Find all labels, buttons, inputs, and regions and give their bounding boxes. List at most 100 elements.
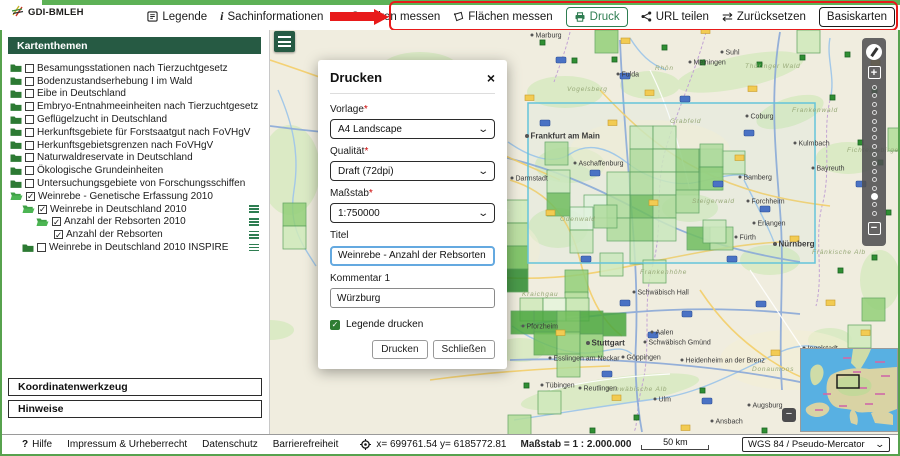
layer-label[interactable]: Anzahl der Rebsorten 2010	[64, 216, 186, 227]
basiskarten-button[interactable]: Basiskarten	[819, 7, 895, 27]
flaechen-messen-label: Flächen messen	[468, 11, 552, 23]
layer-label[interactable]: Embryo-Entnahmeeinheiten nach Tierzuchtg…	[37, 101, 258, 112]
layer-checkbox[interactable]	[25, 77, 34, 86]
sidebar-toggle-button[interactable]	[274, 31, 295, 52]
compass-icon[interactable]	[866, 44, 882, 60]
kommentar-input[interactable]	[330, 288, 495, 308]
layer-label[interactable]: Anzahl der Rebsorten	[66, 229, 163, 240]
scale-readout: Maßstab = 1 : 2.000.000	[520, 439, 631, 450]
layer-checkbox[interactable]	[25, 179, 34, 188]
overview-collapse-button[interactable]: −	[782, 408, 796, 422]
overview-map[interactable]	[800, 348, 898, 432]
layer-label[interactable]: Weinrebe in Deutschland 2010	[50, 204, 187, 215]
layer-checkbox[interactable]	[37, 243, 46, 252]
city-dot	[721, 51, 724, 54]
green-poi-marker	[572, 58, 577, 63]
sachinformationen-button[interactable]: iSachinformationen	[220, 9, 323, 24]
layer-label[interactable]: Besamungsstationen nach Tierzuchtgesetz	[37, 63, 228, 74]
qualitaet-select[interactable]: Draft (72dpi)⌄	[330, 161, 495, 181]
motorway-shield	[744, 130, 754, 136]
massstab-select[interactable]: 1:750000⌄	[330, 203, 495, 223]
legende-drucken-checkbox[interactable]: ✓	[330, 320, 340, 330]
folder-closed-icon[interactable]	[10, 166, 22, 176]
layer-checkbox[interactable]	[25, 89, 34, 98]
strecken-messen-button[interactable]: Strecken messen	[336, 11, 440, 23]
layer-label[interactable]: Weinrebe in Deutschland 2010 INSPIRE	[49, 242, 228, 253]
folder-closed-icon[interactable]	[10, 63, 22, 73]
layer-checkbox[interactable]	[25, 141, 34, 150]
impressum-link[interactable]: Impressum & Urheberrecht	[67, 439, 187, 450]
folder-closed-icon[interactable]	[10, 102, 22, 112]
motorway-shield	[581, 256, 591, 262]
green-poi-marker	[845, 52, 850, 57]
layer-label[interactable]: Bodenzustandserhebung I im Wald	[37, 76, 192, 87]
chevron-down-icon: ⌄	[477, 166, 489, 177]
layer-menu-icon[interactable]	[249, 205, 259, 213]
koordinatenwerkzeug-button[interactable]: Koordinatenwerkzeug	[8, 378, 262, 396]
data-square	[534, 332, 557, 355]
layer-menu-icon[interactable]	[249, 244, 259, 252]
layer-checkbox[interactable]	[25, 128, 34, 137]
layer-menu-icon[interactable]	[249, 218, 259, 226]
layer-checkbox[interactable]: ✓	[26, 192, 35, 201]
measure-area-icon	[453, 11, 464, 22]
layer-label[interactable]: Naturwaldreservate in Deutschland	[37, 152, 193, 163]
layer-checkbox[interactable]: ✓	[38, 205, 47, 214]
zoom-slider[interactable]	[871, 85, 878, 216]
data-square	[848, 325, 871, 348]
hilfe-link[interactable]: Hilfe	[32, 439, 52, 450]
overview-map-image	[801, 349, 897, 431]
layer-label[interactable]: Eibe in Deutschland	[37, 88, 126, 99]
zoom-in-button[interactable]: +	[868, 66, 881, 79]
folder-closed-icon[interactable]	[10, 89, 22, 99]
dialog-close-icon[interactable]: ×	[487, 72, 495, 84]
folder-closed-icon[interactable]	[10, 140, 22, 150]
layer-label[interactable]: Untersuchungsgebiete von Forschungsschif…	[37, 178, 245, 189]
layer-label[interactable]: Weinrebe - Genetische Erfassung 2010	[38, 191, 213, 202]
layer-checkbox[interactable]	[25, 115, 34, 124]
folder-open-icon[interactable]	[10, 191, 23, 201]
legende-button[interactable]: Legende	[147, 11, 207, 23]
layer-label[interactable]: Geflügelzucht in Deutschland	[37, 114, 167, 125]
crs-select[interactable]: WGS 84 / Pseudo-Mercator ⌄	[742, 437, 890, 452]
road-shield	[525, 95, 534, 101]
layer-checkbox[interactable]	[25, 153, 34, 162]
layer-label[interactable]: Ökologische Grundeinheiten	[37, 165, 163, 176]
layer-checkbox[interactable]: ✓	[54, 230, 63, 239]
folder-closed-icon[interactable]	[10, 153, 22, 163]
region-label: Kraichgau	[522, 291, 558, 298]
green-poi-marker	[762, 428, 767, 433]
qualitaet-label: Qualität*	[330, 146, 495, 157]
folder-closed-icon[interactable]	[10, 127, 22, 137]
folder-closed-icon[interactable]	[10, 76, 22, 86]
folder-open-icon[interactable]	[36, 217, 49, 227]
road-shield	[701, 30, 710, 34]
folder-closed-icon[interactable]	[10, 115, 22, 125]
folder-open-icon[interactable]	[22, 204, 35, 214]
sidebar-header[interactable]: Kartenthemen	[8, 37, 261, 54]
layer-label[interactable]: Herkunftsgebiete für Forstsaatgut nach F…	[37, 127, 250, 138]
region-label: Thüringer Wald	[745, 63, 801, 70]
hinweise-button[interactable]: Hinweise	[8, 400, 262, 418]
flaechen-messen-button[interactable]: Flächen messen	[453, 11, 552, 23]
layer-checkbox[interactable]	[25, 102, 34, 111]
datenschutz-link[interactable]: Datenschutz	[202, 439, 258, 450]
layer-checkbox[interactable]	[25, 166, 34, 175]
zuruecksetzen-button[interactable]: ⇄Zurücksetzen	[722, 11, 806, 23]
zoom-slider-handle[interactable]	[871, 193, 878, 200]
layer-checkbox[interactable]: ✓	[52, 217, 61, 226]
vorlage-select[interactable]: A4 Landscape⌄	[330, 119, 495, 139]
layer-checkbox[interactable]	[25, 64, 34, 73]
titel-input[interactable]	[330, 246, 495, 266]
url-teilen-button[interactable]: URL teilen	[641, 11, 709, 23]
drucken-button[interactable]: Drucken	[372, 340, 427, 359]
barrierefreiheit-link[interactable]: Barrierefreiheit	[273, 439, 339, 450]
city-label: Ansbach	[716, 419, 743, 426]
folder-closed-icon[interactable]	[22, 243, 34, 253]
druck-button[interactable]: Druck	[566, 7, 628, 27]
schliessen-button[interactable]: Schließen	[433, 340, 495, 359]
folder-closed-icon[interactable]	[10, 179, 22, 189]
layer-menu-icon[interactable]	[249, 231, 259, 239]
zoom-out-button[interactable]: −	[868, 222, 881, 235]
layer-label[interactable]: Herkunftsgebietsgrenzen nach FoVHgV	[37, 140, 213, 151]
